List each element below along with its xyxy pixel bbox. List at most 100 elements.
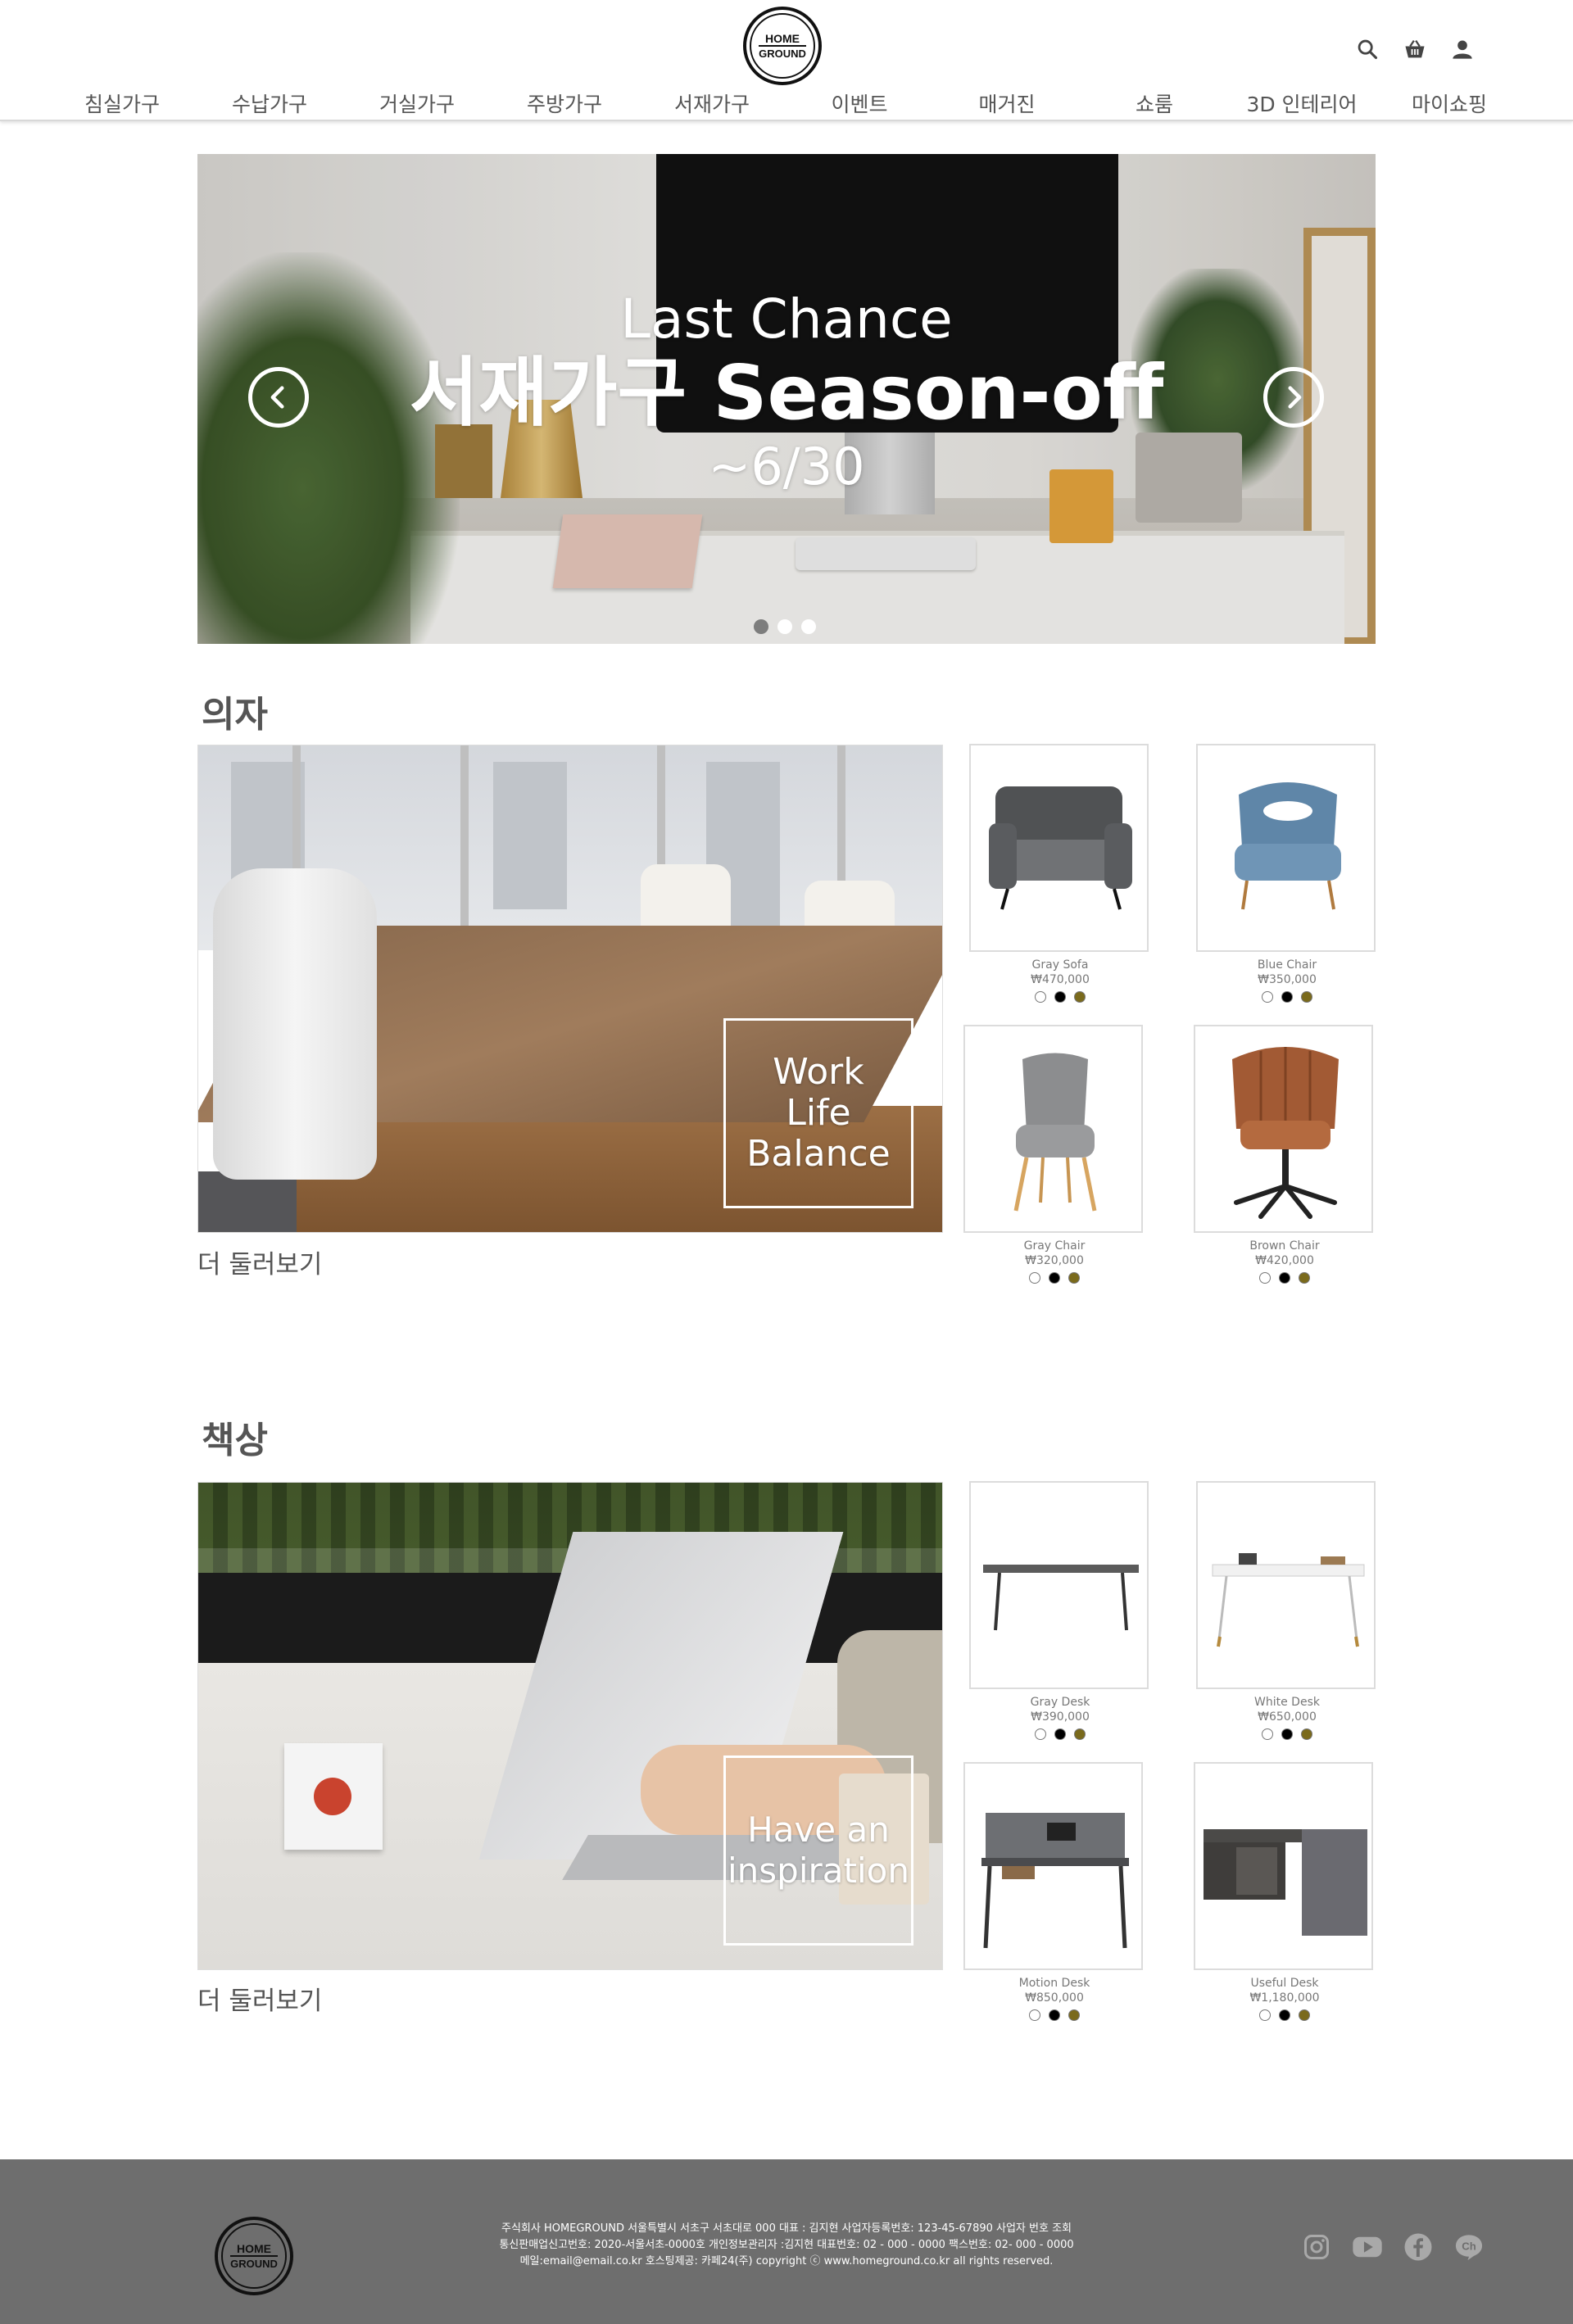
product-name[interactable]: Brown Chair bbox=[1194, 1239, 1376, 1253]
product-name[interactable]: Useful Desk bbox=[1194, 1977, 1376, 1991]
more-link-chairs[interactable]: 더 둘러보기 bbox=[197, 1244, 322, 1280]
hero-headline: 서재가구 Season-off bbox=[409, 349, 1164, 437]
swatch-olive[interactable] bbox=[1068, 1272, 1080, 1284]
product-price: ₩470,000 bbox=[1031, 973, 1090, 986]
hero-banner[interactable]: Last Chance 서재가구 Season-off ~6/30 bbox=[197, 154, 1376, 644]
logo-text-ground: GROUND bbox=[230, 2254, 278, 2270]
product-card[interactable]: Useful Desk ₩1,180,000 bbox=[1194, 1762, 1376, 2021]
product-name[interactable]: Gray Desk bbox=[969, 1696, 1151, 1710]
swatch-olive[interactable] bbox=[1301, 1728, 1312, 1740]
youtube-icon[interactable] bbox=[1352, 2231, 1383, 2263]
swatch-olive[interactable] bbox=[1299, 2009, 1310, 2021]
product-image-gray-sofa[interactable] bbox=[969, 744, 1149, 952]
feature-caption-line: Work bbox=[773, 1051, 864, 1093]
product-name[interactable]: White Desk bbox=[1196, 1696, 1378, 1710]
chevron-left-icon bbox=[270, 386, 284, 409]
footer-info-line: 메일:email@email.co.kr 호스팅제공: 카페24(주) copy… bbox=[519, 2255, 1054, 2267]
product-card[interactable]: Motion Desk ₩850,000 bbox=[963, 1762, 1145, 2021]
swatch-black[interactable] bbox=[1054, 991, 1066, 1003]
swatch-olive[interactable] bbox=[1068, 2009, 1080, 2021]
more-link-desks[interactable]: 더 둘러보기 bbox=[197, 1980, 322, 2017]
hero-next-button[interactable] bbox=[1263, 367, 1324, 428]
swatch-olive[interactable] bbox=[1301, 991, 1312, 1003]
product-card[interactable]: Gray Chair ₩320,000 bbox=[963, 1025, 1145, 1284]
product-card[interactable]: White Desk ₩650,000 bbox=[1196, 1481, 1378, 1740]
product-image-motion-desk[interactable] bbox=[963, 1762, 1143, 1970]
product-name[interactable]: Blue Chair bbox=[1196, 958, 1378, 972]
swatch-black[interactable] bbox=[1049, 1272, 1060, 1284]
swatch-white[interactable] bbox=[1262, 991, 1273, 1003]
swatch-white[interactable] bbox=[1259, 1272, 1271, 1284]
search-icon[interactable] bbox=[1353, 34, 1382, 64]
hero-dot-2[interactable] bbox=[777, 619, 792, 634]
color-swatches bbox=[969, 1728, 1151, 1740]
product-image-brown-chair[interactable] bbox=[1194, 1025, 1373, 1233]
swatch-white[interactable] bbox=[1029, 1272, 1040, 1284]
product-image-gray-chair[interactable] bbox=[963, 1025, 1143, 1233]
hero-text: Last Chance 서재가구 Season-off ~6/30 bbox=[197, 287, 1376, 500]
kakao-channel-icon[interactable]: Ch bbox=[1453, 2231, 1485, 2263]
swatch-black[interactable] bbox=[1054, 1728, 1066, 1740]
footer-logo[interactable]: HOME GROUND bbox=[215, 2217, 293, 2295]
product-card[interactable]: Gray Sofa ₩470,000 bbox=[969, 744, 1151, 1003]
site-footer: HOME GROUND 주식회사 HOMEGROUND 서울특별시 서초구 서초… bbox=[0, 2159, 1573, 2324]
feature-caption-box[interactable]: Work Life Balance bbox=[723, 1018, 913, 1208]
product-image-white-desk[interactable] bbox=[1196, 1481, 1376, 1689]
swatch-olive[interactable] bbox=[1299, 1272, 1310, 1284]
swatch-white[interactable] bbox=[1035, 1728, 1046, 1740]
color-swatches bbox=[969, 991, 1151, 1003]
hero-dot-3[interactable] bbox=[801, 619, 816, 634]
product-image-useful-desk[interactable] bbox=[1194, 1762, 1373, 1970]
instagram-icon[interactable] bbox=[1301, 2231, 1332, 2263]
swatch-olive[interactable] bbox=[1074, 991, 1086, 1003]
chevron-right-icon bbox=[1288, 386, 1302, 409]
nav-item-event[interactable]: 이벤트 bbox=[831, 88, 887, 118]
logo[interactable]: HOME GROUND bbox=[743, 7, 822, 85]
nav-item-kitchen[interactable]: 주방가구 bbox=[527, 88, 602, 118]
product-price: ₩390,000 bbox=[1031, 1710, 1090, 1724]
product-image-gray-desk[interactable] bbox=[969, 1481, 1149, 1689]
social-links: Ch bbox=[1301, 2231, 1485, 2263]
swatch-black[interactable] bbox=[1049, 2009, 1060, 2021]
swatch-white[interactable] bbox=[1262, 1728, 1273, 1740]
nav-item-magazine[interactable]: 매거진 bbox=[978, 88, 1035, 118]
nav-item-study[interactable]: 서재가구 bbox=[674, 88, 750, 118]
swatch-white[interactable] bbox=[1029, 2009, 1040, 2021]
footer-info-line: 주식회사 HOMEGROUND 서울특별시 서초구 서초대로 000 대표 : … bbox=[501, 2222, 1072, 2235]
product-card[interactable]: Gray Desk ₩390,000 bbox=[969, 1481, 1151, 1740]
nav-item-living[interactable]: 거실가구 bbox=[379, 88, 455, 118]
feature-image-chairs[interactable]: Work Life Balance bbox=[197, 745, 943, 1233]
facebook-icon[interactable] bbox=[1403, 2231, 1434, 2263]
basket-icon[interactable] bbox=[1400, 34, 1430, 64]
swatch-black[interactable] bbox=[1281, 1728, 1293, 1740]
nav-item-bedroom[interactable]: 침실가구 bbox=[84, 88, 160, 118]
swatch-olive[interactable] bbox=[1074, 1728, 1086, 1740]
hero-dot-1[interactable] bbox=[754, 619, 768, 634]
product-price: ₩420,000 bbox=[1255, 1254, 1314, 1267]
site-header: HOME GROUND 침실가구 수납가구 거실가구 주방가구 서재가구 이벤트… bbox=[0, 0, 1573, 121]
swatch-white[interactable] bbox=[1035, 991, 1046, 1003]
nav-item-storage[interactable]: 수납가구 bbox=[232, 88, 307, 118]
logo-text-home: HOME bbox=[765, 31, 800, 45]
nav-item-showroom[interactable]: 쇼룸 bbox=[1136, 88, 1173, 118]
nav-item-3d-interior[interactable]: 3D 인테리어 bbox=[1246, 88, 1357, 118]
product-card[interactable]: Brown Chair ₩420,000 bbox=[1194, 1025, 1376, 1284]
product-name[interactable]: Gray Sofa bbox=[969, 958, 1151, 972]
swatch-black[interactable] bbox=[1279, 2009, 1290, 2021]
swatch-black[interactable] bbox=[1279, 1272, 1290, 1284]
product-name[interactable]: Motion Desk bbox=[963, 1977, 1145, 1991]
logo-mark: HOME GROUND bbox=[750, 13, 815, 79]
product-name[interactable]: Gray Chair bbox=[963, 1239, 1145, 1253]
feature-caption-line: Life bbox=[786, 1092, 851, 1134]
swatch-black[interactable] bbox=[1281, 991, 1293, 1003]
nav-item-my-shopping[interactable]: 마이쇼핑 bbox=[1412, 88, 1487, 118]
feature-caption-box[interactable]: Have an inspiration bbox=[723, 1755, 913, 1946]
feature-image-desks[interactable]: Have an inspiration bbox=[197, 1482, 943, 1970]
header-icons bbox=[1353, 34, 1477, 64]
hero-prev-button[interactable] bbox=[248, 367, 309, 428]
user-icon[interactable] bbox=[1448, 34, 1477, 64]
product-card[interactable]: Blue Chair ₩350,000 bbox=[1196, 744, 1378, 1003]
swatch-white[interactable] bbox=[1259, 2009, 1271, 2021]
section-title-desks: 책상 bbox=[202, 1420, 268, 1461]
product-image-blue-chair[interactable] bbox=[1196, 744, 1376, 952]
